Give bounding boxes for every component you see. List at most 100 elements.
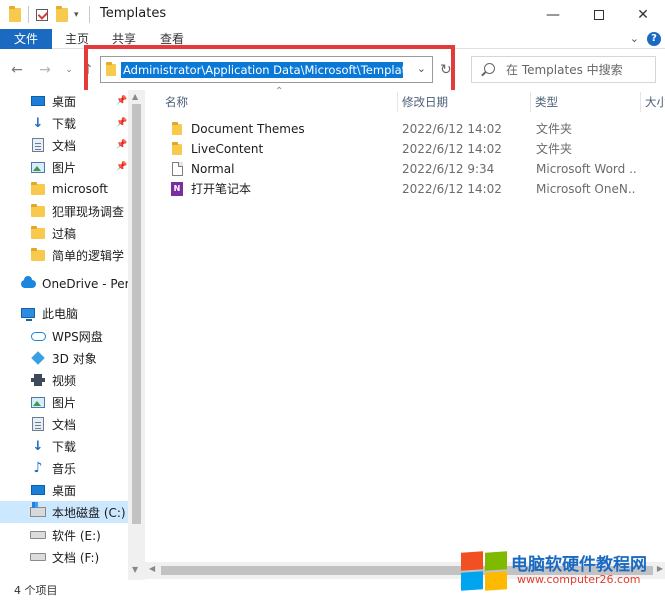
word-template-icon	[169, 161, 185, 177]
sidebar-item-label: 图片	[52, 160, 77, 175]
expand-ribbon-icon[interactable]: ⌄	[630, 32, 639, 45]
table-row[interactable]: LiveContent 2022/6/12 14:02 文件夹	[161, 139, 665, 159]
sidebar-item-desktop[interactable]: 桌面 📌	[0, 90, 128, 112]
back-button[interactable]: ←	[8, 60, 26, 80]
sidebar-item-label: 犯罪现场调查	[52, 204, 125, 219]
sidebar-item-label: 文档 (F:)	[52, 550, 100, 565]
sidebar-item-drive-e[interactable]: 软件 (E:)	[0, 524, 128, 546]
sidebar-item-drafts[interactable]: 过稿	[0, 222, 128, 244]
up-button[interactable]: ↑	[79, 60, 97, 80]
folder-icon	[30, 203, 46, 219]
ribbon-tabs: 文件 主页 共享 查看 ⌄ ?	[0, 29, 665, 49]
sidebar-item-drive-f[interactable]: 文档 (F:)	[0, 546, 128, 568]
navigation-bar: ← → ⌄ ↑ Administrator\Application Data\M…	[0, 50, 665, 90]
sidebar-item-drive-c[interactable]: 本地磁盘 (C:)	[0, 501, 128, 523]
table-row[interactable]: Document Themes 2022/6/12 14:02 文件夹	[161, 119, 665, 139]
search-input[interactable]	[506, 61, 651, 79]
drive-c-icon	[30, 502, 46, 520]
sidebar-item-pictures[interactable]: 图片 📌	[0, 156, 128, 178]
sidebar-item-wps-cloud[interactable]: WPS网盘	[0, 325, 128, 347]
sidebar-item-pc-downloads[interactable]: ↓ 下载	[0, 435, 128, 457]
recent-locations-button[interactable]: ⌄	[60, 60, 78, 80]
minimize-button[interactable]: —	[530, 0, 576, 29]
column-header-name[interactable]: 名称	[165, 92, 188, 112]
sidebar-item-pc-pictures[interactable]: 图片	[0, 391, 128, 413]
column-separator[interactable]	[530, 92, 531, 112]
table-row[interactable]: N 打开笔记本 2022/6/12 14:02 Microsoft OneN...	[161, 179, 665, 199]
music-icon: ♪	[33, 460, 43, 476]
column-header-date[interactable]: 修改日期	[402, 92, 448, 112]
file-type: 文件夹	[536, 122, 573, 136]
sidebar-item-label: 下载	[52, 116, 77, 131]
maximize-icon	[594, 9, 604, 20]
scroll-down-icon[interactable]: ▼	[132, 565, 138, 574]
picture-icon	[30, 394, 46, 410]
pin-icon[interactable]: 📌	[116, 96, 127, 106]
scroll-left-icon[interactable]: ◀	[149, 564, 155, 573]
sidebar-item-label: 软件 (E:)	[52, 528, 101, 543]
pin-icon[interactable]: 📌	[116, 140, 127, 150]
window-title: Templates	[100, 6, 167, 21]
pin-icon[interactable]: 📌	[116, 118, 127, 128]
customize-quick-access-icon[interactable]: ▾	[74, 7, 79, 23]
sort-chevron-up-icon: ⌃	[275, 86, 284, 97]
folder-icon	[169, 141, 185, 157]
sidebar-item-label: 3D 对象	[52, 351, 97, 366]
sidebar-item-microsoft[interactable]: microsoft	[0, 178, 128, 200]
sidebar-item-pc-documents[interactable]: 文档	[0, 413, 128, 435]
folder-icon	[9, 6, 21, 23]
column-header-type[interactable]: 类型	[535, 92, 558, 112]
column-header-size[interactable]: 大小	[645, 92, 665, 112]
folder-icon	[106, 62, 116, 79]
drive-icon	[30, 527, 46, 543]
watermark-url: www.computer26.com	[517, 573, 641, 586]
file-list: ⌃ 名称 修改日期 类型 大小 Document Themes 2022/6/1…	[145, 86, 665, 560]
sidebar-item-label: 桌面	[52, 483, 77, 498]
address-dropdown-icon[interactable]: ⌄	[417, 62, 426, 75]
picture-icon	[30, 159, 46, 175]
sidebar-item-3d-objects[interactable]: 3D 对象	[0, 347, 128, 369]
column-separator[interactable]	[397, 92, 398, 112]
sidebar-item-label: 过稿	[52, 226, 77, 241]
arrow-left-icon: ←	[11, 62, 23, 78]
sidebar-item-crime-scene[interactable]: 犯罪现场调查	[0, 200, 128, 222]
forward-button[interactable]: →	[36, 60, 54, 80]
sidebar-item-label: 文档	[52, 138, 77, 153]
address-bar[interactable]: Administrator\Application Data\Microsoft…	[100, 56, 433, 83]
chevron-down-icon: ⌄	[65, 65, 73, 75]
close-button[interactable]: ✕	[620, 0, 665, 29]
watermark-title: 电脑软硬件教程网	[511, 555, 647, 575]
scroll-up-icon[interactable]: ▲	[132, 92, 138, 101]
sidebar-scrollbar[interactable]: ▲ ▼	[128, 90, 145, 580]
tab-home[interactable]: 主页	[65, 29, 89, 49]
table-row[interactable]: Normal 2022/6/12 9:34 Microsoft Word ...	[161, 159, 665, 179]
tab-share[interactable]: 共享	[112, 29, 136, 49]
refresh-icon[interactable]: ↻	[440, 62, 452, 78]
maximize-button[interactable]	[576, 0, 622, 29]
watermark: 电脑软硬件教程网 www.computer26.com	[459, 548, 665, 594]
search-box[interactable]	[471, 56, 656, 83]
sidebar-item-label: 本地磁盘 (C:)	[52, 505, 126, 520]
folder-icon	[30, 247, 46, 263]
sidebar-item-onedrive[interactable]: OneDrive - Perso	[0, 273, 128, 295]
sidebar-item-pc-desktop[interactable]: 桌面	[0, 479, 128, 501]
new-folder-icon[interactable]	[56, 6, 68, 23]
tab-file[interactable]: 文件	[0, 29, 52, 49]
wps-cloud-icon	[30, 328, 46, 344]
address-path[interactable]: Administrator\Application Data\Microsoft…	[121, 62, 403, 78]
minimize-icon: —	[546, 6, 560, 23]
file-name: Normal	[191, 162, 235, 176]
tab-view[interactable]: 查看	[160, 29, 184, 49]
properties-check-icon[interactable]	[36, 7, 48, 23]
column-separator[interactable]	[640, 92, 641, 112]
help-icon[interactable]: ?	[647, 32, 661, 46]
sidebar-item-music[interactable]: ♪ 音乐	[0, 457, 128, 479]
pin-icon[interactable]: 📌	[116, 162, 127, 172]
video-icon	[30, 372, 46, 388]
sidebar-item-this-pc[interactable]: 此电脑	[0, 302, 128, 324]
sidebar-item-videos[interactable]: 视频	[0, 369, 128, 391]
sidebar-item-logic[interactable]: 简单的逻辑学	[0, 244, 128, 266]
sidebar-item-downloads[interactable]: ↓ 下载 📌	[0, 112, 128, 134]
sidebar-item-documents[interactable]: 文档 📌	[0, 134, 128, 156]
scrollbar-thumb[interactable]	[132, 104, 141, 524]
